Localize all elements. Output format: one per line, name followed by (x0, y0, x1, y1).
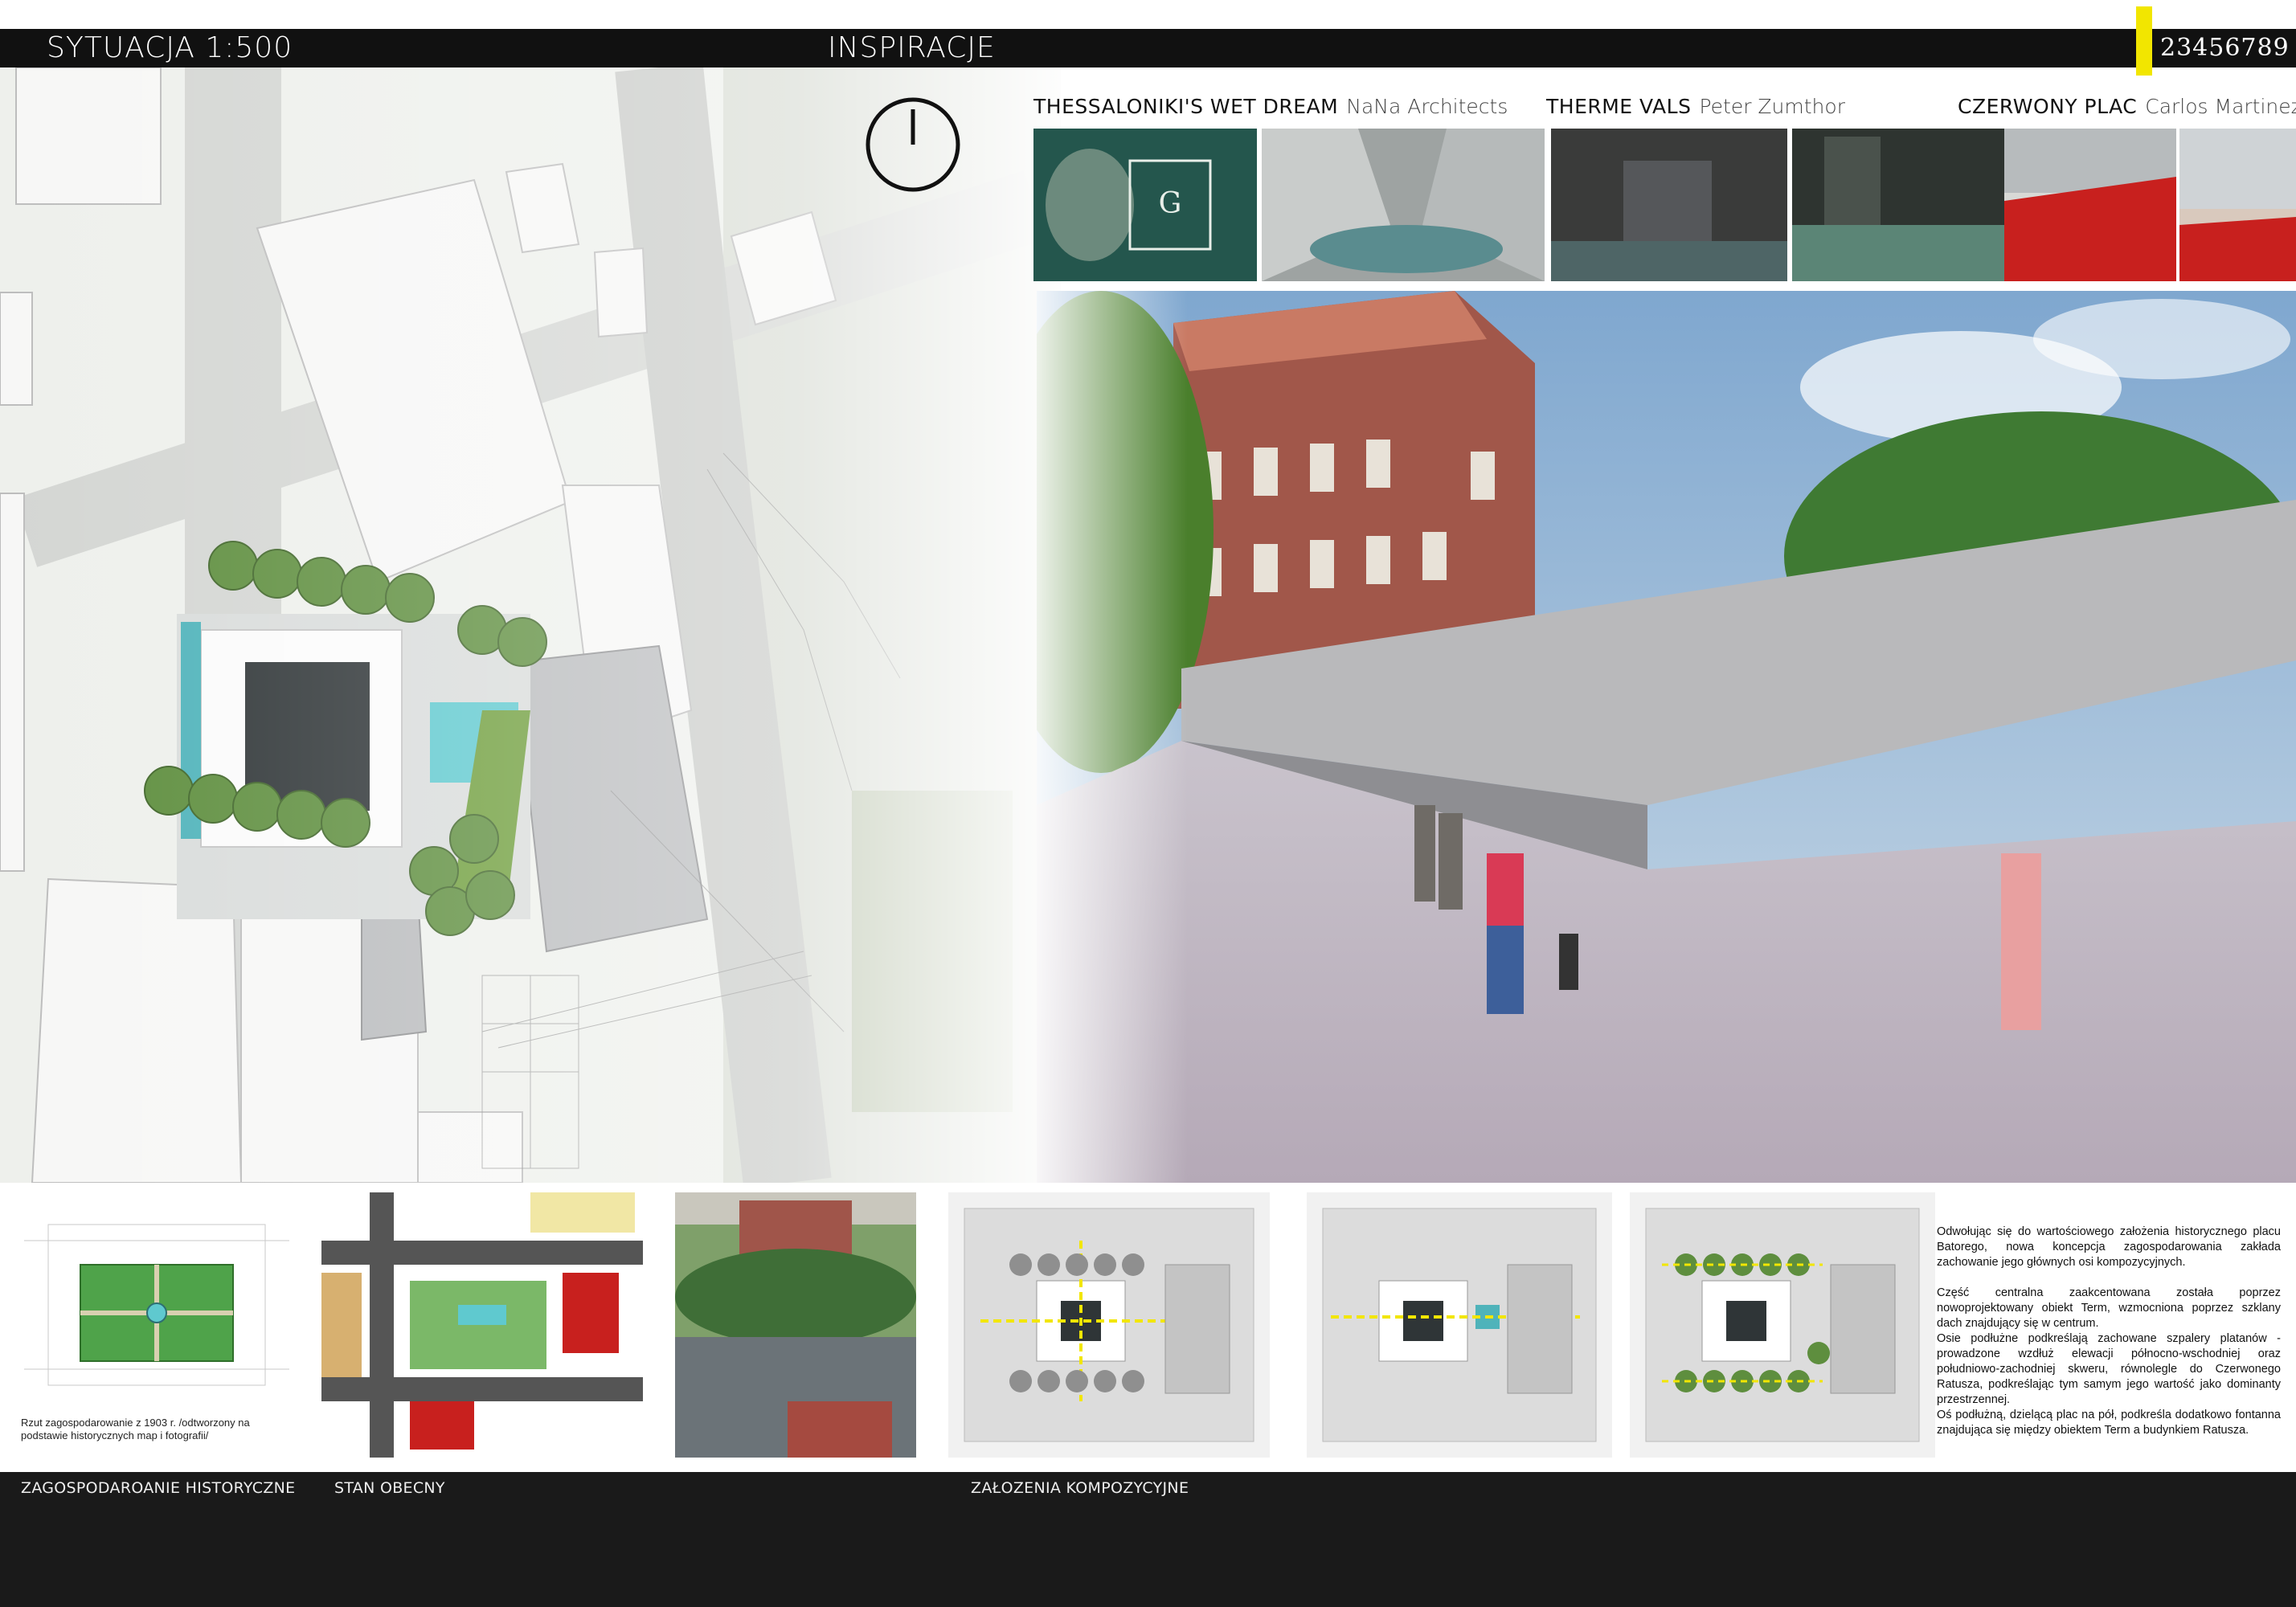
inspirations-title: INSPIRACJE (828, 31, 996, 64)
thumb-czerwony-plac-2 (2179, 129, 2296, 281)
diagram-current-state (321, 1192, 643, 1458)
site-plan-drawing (0, 67, 1061, 1183)
inspiration-label-czerwony-plac: CZERWONY PLAC Carlos Martinez (1958, 95, 2296, 118)
site-plan-title: SYTUACJA 1:500 (47, 31, 293, 64)
description-paragraph: Osie podłużne podkreślają zachowane szpa… (1937, 1332, 2281, 1406)
historical-caption: Rzut zagospodarowanie z 1903 r. /odtworz… (21, 1417, 250, 1441)
description-paragraph: Oś podłużną, dzielącą plac na pół, podkr… (1937, 1409, 2281, 1437)
diagram-composition-3 (1630, 1192, 1935, 1458)
visualization-render (1037, 291, 2296, 1183)
thumb-czerwony-plac-1 (2004, 129, 2176, 281)
footer-label-composition: ZAŁOZENIA KOMPOZYCYJNE (971, 1479, 1189, 1497)
svg-text:G: G (1159, 187, 1182, 220)
thumb-therme-vals-1 (1551, 129, 1787, 281)
footer-label-historic: ZAGOSPODAROANIE HISTORYCZNE (21, 1479, 296, 1497)
photo-historic-square (675, 1192, 916, 1458)
current-page-marker (2136, 6, 2152, 76)
header-bar: SYTUACJA 1:500 INSPIRACJE (0, 29, 2296, 67)
footer-label-current: STAN OBECNY (334, 1479, 445, 1497)
inspiration-name: CZERWONY PLAC (1958, 95, 2138, 118)
inspiration-label-thessaloniki: THESSALONIKI'S WET DREAM NaNa Architects (1033, 95, 1508, 118)
diagram-composition-2 (1307, 1192, 1612, 1458)
inspiration-name: THESSALONIKI'S WET DREAM (1033, 95, 1339, 118)
inspiration-author: NaNa Architects (1346, 95, 1508, 118)
description-paragraph: Odwołując się do wartościowego założenia… (1937, 1225, 2281, 1269)
inspiration-label-therme-vals: THERME VALS Peter Zumthor (1546, 95, 1845, 118)
diagram-composition-1 (948, 1192, 1270, 1458)
thumb-thessaloniki-2 (1262, 129, 1545, 281)
design-description: Odwołując się do wartościowego założenia… (1937, 1225, 2281, 1454)
thumb-thessaloniki-1: G (1033, 129, 1257, 281)
thumb-therme-vals-2 (1792, 129, 2004, 281)
inspiration-author: Peter Zumthor (1699, 95, 1845, 118)
site-plan (0, 67, 1061, 1183)
description-paragraph: Część centralna zaakcentowana została po… (1937, 1286, 2281, 1330)
page-numbers: 23456789 (2160, 34, 2290, 62)
inspiration-author: Carlos Martinez (2145, 95, 2296, 118)
inspiration-name: THERME VALS (1546, 95, 1692, 118)
